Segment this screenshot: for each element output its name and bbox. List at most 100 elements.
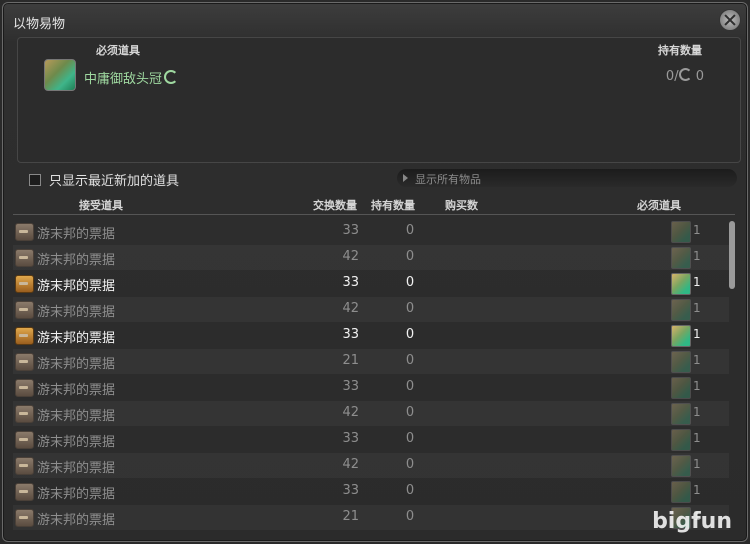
owned-qty: 0	[405, 483, 415, 498]
owned-qty: 0	[405, 457, 415, 472]
helmet-item-icon[interactable]	[44, 59, 76, 91]
barter-window: 以物易物 必须道具 持有数量 中庸御敌头冠 0/ 0 只显示最近新加的道具 显示…	[2, 2, 748, 542]
table-row[interactable]: 游末邦的票据 33 0 1	[13, 323, 729, 348]
receive-item-name: 游末邦的票据	[37, 305, 116, 320]
exchange-qty: 33	[342, 327, 359, 342]
chest-icon	[15, 275, 34, 293]
owned-qty: 0	[405, 405, 415, 420]
table-row[interactable]: 游末邦的票据 33 0 1	[13, 271, 729, 296]
required-qty: 1	[693, 405, 701, 419]
owned-quantity-header: 持有数量	[658, 44, 702, 57]
chest-icon	[15, 457, 34, 475]
receive-item-name: 游末邦的票据	[37, 279, 116, 294]
required-item-icon[interactable]	[671, 325, 691, 347]
chest-icon	[15, 483, 34, 501]
required-item-icon[interactable]	[671, 481, 691, 503]
exchange-qty: 42	[342, 249, 359, 264]
exchange-qty: 21	[342, 353, 359, 368]
chest-icon	[15, 509, 34, 527]
list-scrollbar[interactable]	[729, 221, 735, 289]
receive-item-name: 游末邦的票据	[37, 383, 116, 398]
exchange-qty: 33	[342, 275, 359, 290]
exchange-qty: 42	[342, 405, 359, 420]
chest-icon	[15, 379, 34, 397]
receive-item-name: 游末邦的票据	[37, 331, 116, 346]
required-item-icon[interactable]	[671, 403, 691, 425]
owned-qty: 0	[405, 379, 415, 394]
dropdown-arrow-icon	[403, 174, 408, 182]
col-owned: 持有数量	[371, 199, 415, 212]
exchange-qty: 33	[342, 379, 359, 394]
required-qty: 1	[693, 457, 701, 471]
exchange-qty: 42	[342, 457, 359, 472]
table-row[interactable]: 游末邦的票据 33 0 1	[13, 479, 729, 504]
exchange-qty: 42	[342, 301, 359, 316]
chest-icon	[15, 223, 34, 241]
col-buy: 购买数	[445, 199, 478, 212]
table-row[interactable]: 游末邦的票据 21 0 1	[13, 349, 729, 374]
owned-qty: 0	[405, 353, 415, 368]
owned-qty: 0	[405, 509, 415, 524]
item-filter-dropdown[interactable]: 显示所有物品	[397, 169, 737, 187]
required-item-icon[interactable]	[671, 273, 691, 295]
table-row[interactable]: 游末邦的票据 42 0 1	[13, 297, 729, 322]
receive-item-name: 游末邦的票据	[37, 461, 116, 476]
required-item-icon[interactable]	[671, 221, 691, 243]
owned-qty: 0	[405, 223, 415, 238]
required-item-name[interactable]: 中庸御敌头冠	[84, 68, 179, 87]
required-qty: 1	[693, 483, 701, 497]
chest-icon	[15, 353, 34, 371]
item-list: 游末邦的票据 33 0 1 游末邦的票据 42 0 1 游末邦的票据 33 0 1 游末邦的票据 42 0 1…	[13, 219, 729, 531]
close-button[interactable]	[719, 9, 741, 31]
receive-item-name: 游末邦的票据	[37, 513, 116, 528]
table-row[interactable]: 游末邦的票据 42 0 1	[13, 453, 729, 478]
col-required: 必须道具	[637, 199, 681, 212]
required-item-icon[interactable]	[671, 299, 691, 321]
recent-items-checkbox[interactable]	[29, 174, 41, 186]
required-item-icon[interactable]	[671, 377, 691, 399]
required-item-panel: 必须道具 持有数量 中庸御敌头冠 0/ 0	[17, 37, 741, 163]
required-item-icon[interactable]	[671, 351, 691, 373]
recent-items-filter[interactable]: 只显示最近新加的道具	[29, 170, 179, 189]
chest-icon	[15, 301, 34, 319]
watermark: bigfun	[652, 509, 732, 534]
required-qty: 1	[693, 301, 701, 315]
required-qty: 1	[693, 379, 701, 393]
receive-item-name: 游末邦的票据	[37, 357, 116, 372]
receive-item-name: 游末邦的票据	[37, 435, 116, 450]
table-row[interactable]: 游末邦的票据 42 0 1	[13, 401, 729, 426]
receive-item-name: 游末邦的票据	[37, 409, 116, 424]
receive-item-name: 游末邦的票据	[37, 227, 116, 242]
chest-icon	[15, 405, 34, 423]
exchange-qty: 21	[342, 509, 359, 524]
hq-icon	[164, 70, 179, 84]
required-item-header: 必须道具	[96, 44, 140, 57]
owned-qty: 0	[405, 301, 415, 316]
required-qty: 1	[693, 353, 701, 367]
exchange-qty: 33	[342, 223, 359, 238]
required-qty: 1	[693, 223, 701, 237]
table-row[interactable]: 游末邦的票据 33 0 1	[13, 427, 729, 452]
col-exchange-qty: 交换数量	[313, 199, 357, 212]
exchange-qty: 33	[342, 431, 359, 446]
owned-qty: 0	[405, 275, 415, 290]
owned-qty: 0	[405, 431, 415, 446]
table-row[interactable]: 游末邦的票据 33 0 1	[13, 219, 729, 244]
table-row[interactable]: 游末邦的票据 42 0 1	[13, 245, 729, 270]
dropdown-label: 显示所有物品	[415, 173, 481, 186]
owned-count: 0/ 0	[665, 68, 704, 84]
exchange-qty: 33	[342, 483, 359, 498]
required-item-icon[interactable]	[671, 455, 691, 477]
header-divider	[13, 214, 735, 215]
required-item-icon[interactable]	[671, 247, 691, 269]
window-title: 以物易物	[13, 17, 66, 32]
table-row[interactable]: 游末邦的票据 21 0 1	[13, 505, 729, 530]
required-item-icon[interactable]	[671, 429, 691, 451]
owned-qty: 0	[405, 249, 415, 264]
chest-icon	[15, 431, 34, 449]
receive-item-name: 游末邦的票据	[37, 487, 116, 502]
receive-item-name: 游末邦的票据	[37, 253, 116, 268]
table-row[interactable]: 游末邦的票据 33 0 1	[13, 375, 729, 400]
required-qty: 1	[693, 249, 701, 263]
hq-gray-icon	[678, 68, 692, 81]
